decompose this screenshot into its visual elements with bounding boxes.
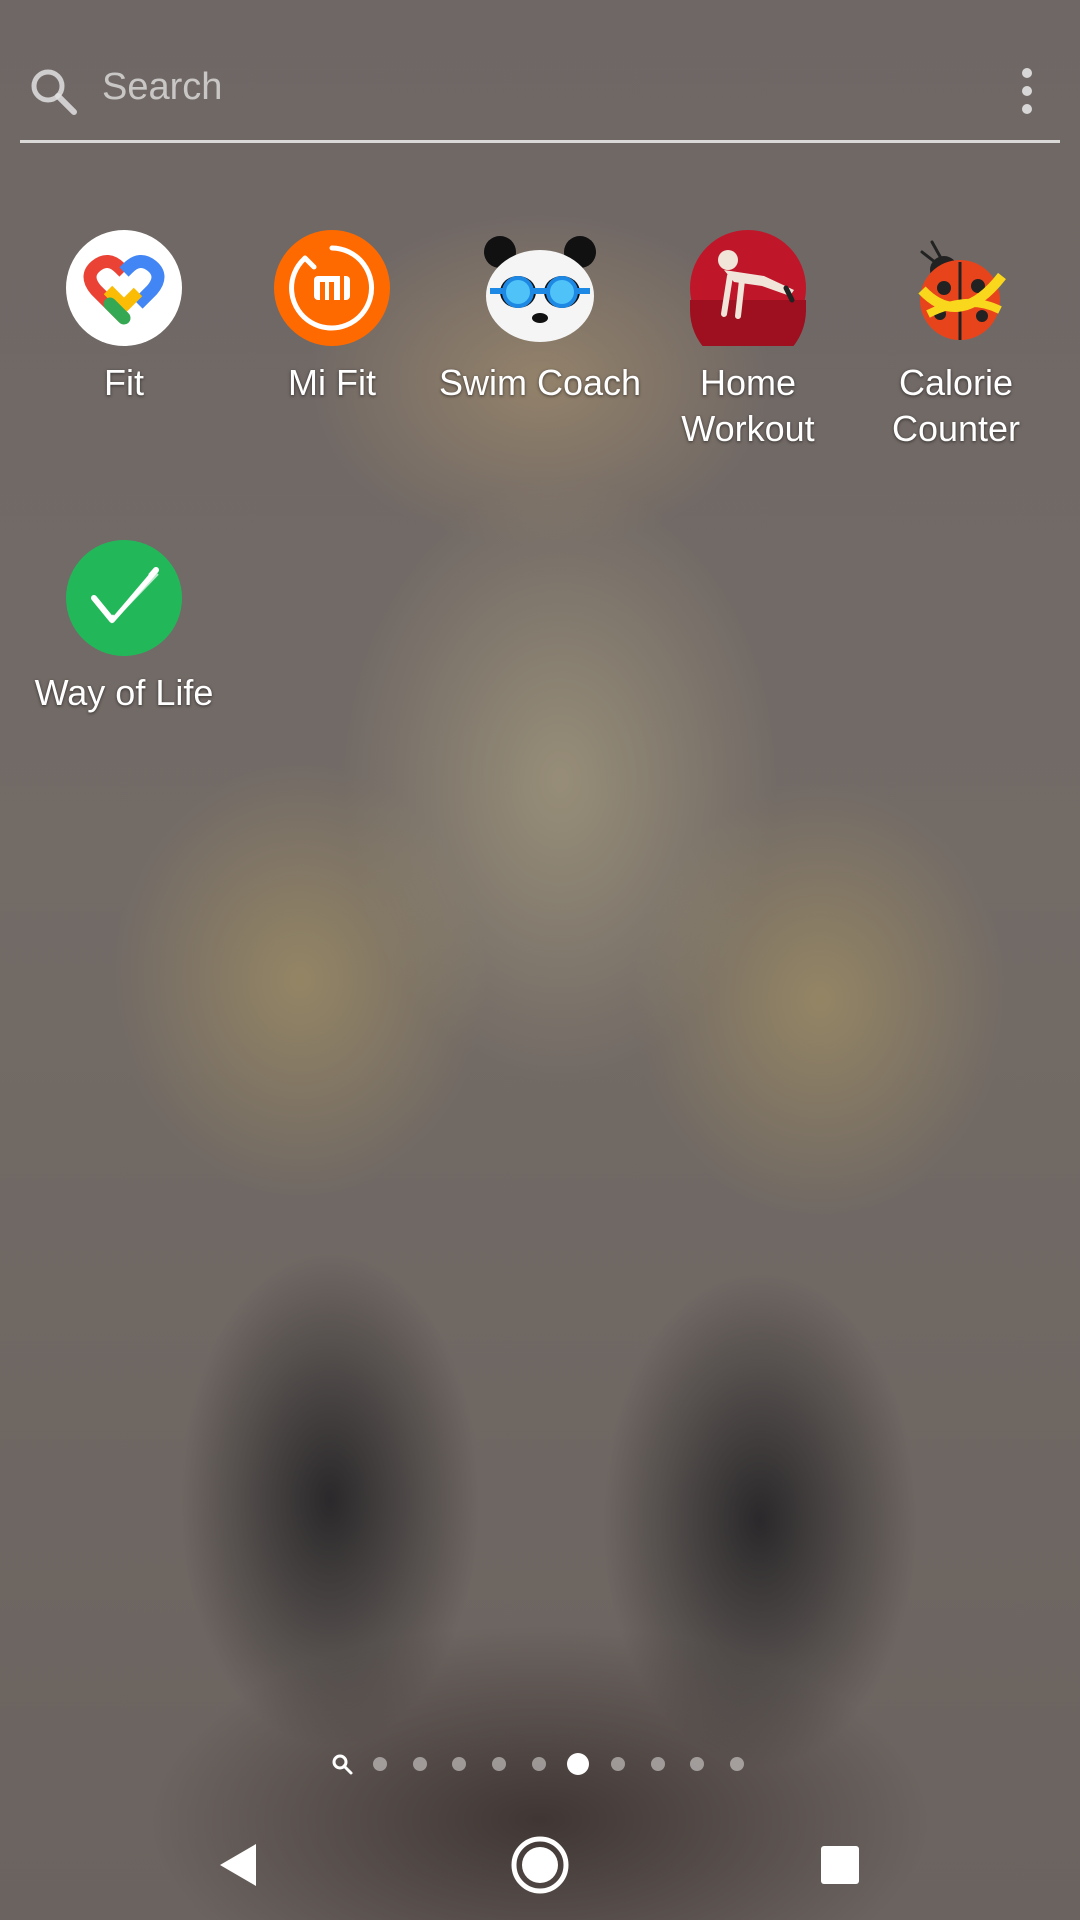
- page-dot[interactable]: [651, 1757, 665, 1771]
- way-of-life-check-icon: [66, 540, 182, 656]
- page-dot[interactable]: [730, 1757, 744, 1771]
- mi-fit-icon: [274, 230, 390, 346]
- page-dot[interactable]: [373, 1757, 387, 1771]
- recents-button[interactable]: [805, 1830, 875, 1900]
- home-screen: Search Fit Mi Fit Swim Coach Home Workou…: [0, 0, 1080, 1920]
- navigation-bar: [0, 1808, 1080, 1920]
- app-calorie-counter[interactable]: Calorie Counter: [852, 230, 1060, 452]
- home-workout-icon: [690, 230, 806, 346]
- back-icon: [220, 1844, 256, 1886]
- page-dot[interactable]: [413, 1757, 427, 1771]
- app-label: Fit: [104, 362, 144, 403]
- overflow-menu-icon[interactable]: [1012, 68, 1042, 118]
- home-icon: [511, 1836, 569, 1894]
- page-dot-active[interactable]: [567, 1753, 589, 1775]
- calorie-counter-ladybug-icon: [898, 230, 1014, 346]
- search-icon: [31, 69, 77, 115]
- search-page-icon[interactable]: [330, 1752, 354, 1776]
- swim-coach-panda-icon: [482, 230, 598, 346]
- page-dot[interactable]: [532, 1757, 546, 1771]
- home-button[interactable]: [505, 1830, 575, 1900]
- app-home-workout[interactable]: Home Workout: [644, 230, 852, 452]
- app-way-of-life[interactable]: Way of Life: [20, 540, 228, 716]
- page-indicator[interactable]: [0, 1744, 1080, 1784]
- search-bar[interactable]: Search: [20, 44, 1060, 143]
- app-mi-fit[interactable]: Mi Fit: [228, 230, 436, 406]
- app-label: Swim Coach: [438, 362, 642, 403]
- recents-icon: [821, 1846, 859, 1884]
- page-dot[interactable]: [690, 1757, 704, 1771]
- search-input[interactable]: Search: [102, 66, 222, 109]
- app-label: Mi Fit: [288, 362, 376, 403]
- page-dot[interactable]: [492, 1757, 506, 1771]
- app-label: Way of Life: [34, 672, 214, 713]
- app-label: Calorie Counter: [891, 362, 1021, 449]
- page-dot[interactable]: [611, 1757, 625, 1771]
- app-label: Home Workout: [681, 362, 815, 449]
- page-dot[interactable]: [452, 1757, 466, 1771]
- app-fit[interactable]: Fit: [20, 230, 228, 406]
- app-swim-coach[interactable]: Swim Coach: [436, 230, 644, 406]
- google-fit-icon: [66, 230, 182, 346]
- back-button[interactable]: [204, 1830, 274, 1900]
